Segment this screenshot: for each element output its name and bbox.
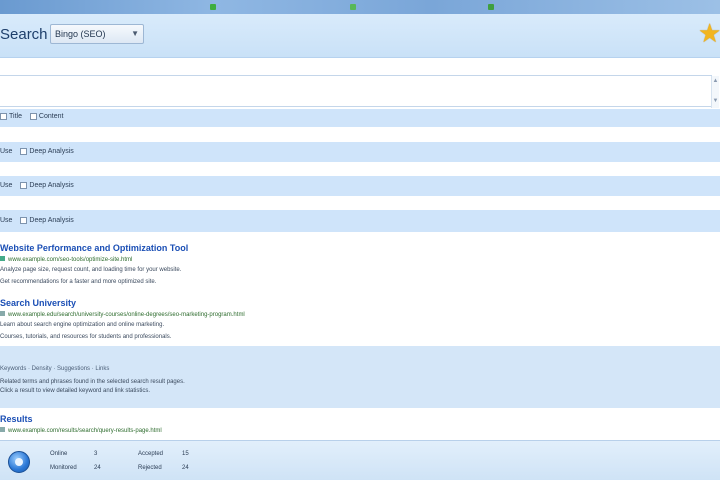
details-line: Click a result to view detailed keyword … bbox=[0, 388, 151, 394]
result-url: www.example.com/results/search/query-res… bbox=[0, 427, 720, 434]
stat-accepted: Accepted 15 bbox=[138, 451, 189, 457]
stat-label: Monitored bbox=[50, 465, 77, 471]
status-dot bbox=[488, 4, 494, 10]
favicon-icon bbox=[0, 256, 5, 261]
stat-value: 15 bbox=[182, 451, 189, 457]
stat-label: Accepted bbox=[138, 451, 164, 457]
status-dot bbox=[210, 4, 216, 10]
spacer bbox=[0, 127, 720, 142]
result-title-link[interactable]: Website Performance and Optimization Too… bbox=[0, 243, 720, 253]
use-label: Use bbox=[0, 182, 13, 189]
favicon-icon bbox=[0, 311, 5, 316]
deep-analysis-label: Deep Analysis bbox=[29, 217, 74, 224]
spacer bbox=[0, 162, 720, 176]
result-snippet-line: Analyze page size, request count, and lo… bbox=[0, 267, 182, 273]
chevron-down-icon: ▼ bbox=[131, 29, 139, 38]
content-checkbox-label: Content bbox=[38, 113, 64, 120]
result-title-link[interactable]: Results bbox=[0, 414, 720, 424]
result-url-text: www.example.com/seo-tools/optimize-site.… bbox=[8, 257, 133, 263]
stat-online: Online 3 bbox=[50, 451, 97, 457]
stat-value: 24 bbox=[182, 465, 189, 471]
search-header: Search Bingo (SEO) ▼ ★ bbox=[0, 14, 720, 58]
details-header: Keywords · Density · Suggestions · Links bbox=[0, 366, 110, 372]
spacer bbox=[0, 196, 720, 210]
result-url: www.example.edu/search/university-course… bbox=[0, 311, 720, 318]
analysis-options-row: Use Deep Analysis bbox=[0, 142, 720, 162]
search-options-row: Title Content bbox=[0, 109, 720, 127]
settings-gear-icon[interactable] bbox=[8, 451, 30, 473]
search-result: Results www.example.com/results/search/q… bbox=[0, 414, 720, 434]
stat-label: Rejected bbox=[138, 465, 162, 471]
selected-result-details[interactable]: Keywords · Density · Suggestions · Links… bbox=[0, 346, 720, 408]
result-url-text: www.example.edu/search/university-course… bbox=[8, 312, 245, 318]
details-line: Related terms and phrases found in the s… bbox=[0, 379, 185, 385]
content-checkbox[interactable] bbox=[29, 113, 37, 120]
stat-rejected: Rejected 24 bbox=[138, 465, 189, 471]
stat-value: 24 bbox=[94, 465, 101, 471]
status-dot bbox=[350, 4, 356, 10]
engine-dropdown[interactable]: Bingo (SEO) ▼ bbox=[50, 24, 144, 44]
deep-analysis-label: Deep Analysis bbox=[29, 148, 74, 155]
deep-analysis-label: Deep Analysis bbox=[29, 182, 74, 189]
spacer bbox=[0, 58, 720, 75]
deep-analysis-checkbox[interactable] bbox=[20, 148, 28, 155]
result-title-link[interactable]: Search University bbox=[0, 298, 720, 308]
window-title-bar bbox=[0, 0, 720, 14]
analysis-options-row: Use Deep Analysis bbox=[0, 176, 720, 196]
stat-monitored: Monitored 24 bbox=[50, 465, 101, 471]
use-label: Use bbox=[0, 217, 13, 224]
search-input-scrollbar[interactable]: ▲ ▼ bbox=[711, 76, 719, 108]
deep-analysis-checkbox[interactable] bbox=[20, 217, 28, 224]
deep-analysis-checkbox[interactable] bbox=[20, 182, 28, 189]
result-snippet-line: Get recommendations for a faster and mor… bbox=[0, 279, 157, 285]
result-snippet-line: Learn about search engine optimization a… bbox=[0, 322, 165, 328]
result-url-text: www.example.com/results/search/query-res… bbox=[8, 428, 162, 434]
favicon-icon bbox=[0, 427, 5, 432]
favorite-star-icon[interactable]: ★ bbox=[698, 18, 720, 48]
result-snippet-line: Courses, tutorials, and resources for st… bbox=[0, 334, 172, 340]
result-url: www.example.com/seo-tools/optimize-site.… bbox=[0, 256, 720, 263]
engine-selected-value: Bingo (SEO) bbox=[55, 29, 106, 39]
search-input[interactable]: ▲ ▼ bbox=[0, 75, 719, 108]
search-result: Search University www.example.edu/search… bbox=[0, 298, 720, 342]
analysis-options-row: Use Deep Analysis bbox=[0, 210, 720, 232]
use-label: Use bbox=[0, 148, 13, 155]
search-result: Website Performance and Optimization Too… bbox=[0, 243, 720, 287]
title-checkbox-label: Title bbox=[9, 113, 22, 120]
page-title: Search bbox=[0, 26, 48, 43]
title-checkbox[interactable] bbox=[0, 113, 7, 120]
stat-label: Online bbox=[50, 451, 68, 457]
status-bar: Online 3 Accepted 15 Monitored 24 Reject… bbox=[0, 440, 720, 480]
stat-value: 3 bbox=[94, 451, 98, 457]
